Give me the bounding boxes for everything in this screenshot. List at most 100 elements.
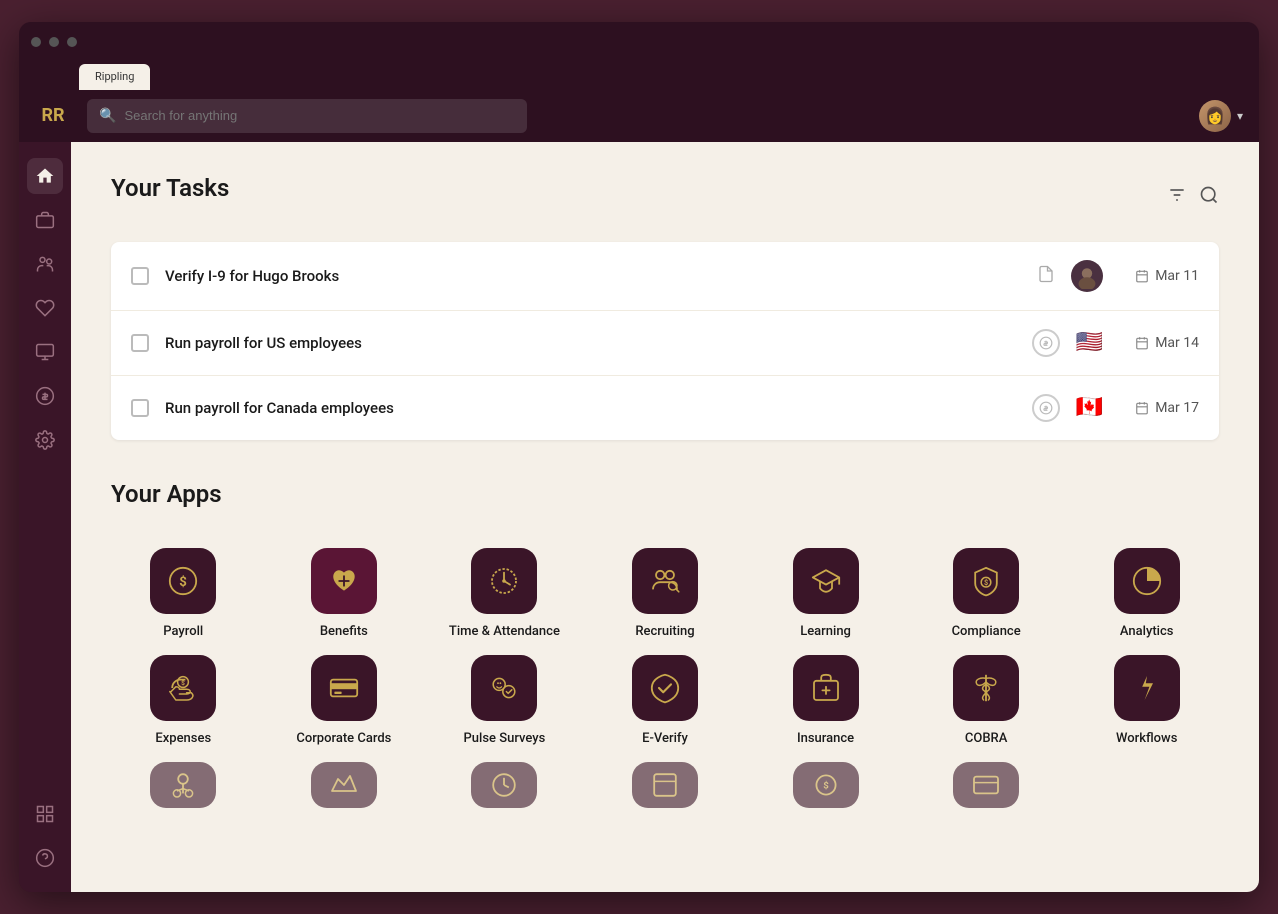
app-payroll[interactable]: $ Payroll bbox=[111, 548, 256, 639]
app-pulse-surveys[interactable]: Pulse Surveys bbox=[432, 655, 577, 746]
sidebar-item-monitor[interactable] bbox=[27, 334, 63, 370]
payroll-icon: $ bbox=[150, 548, 216, 614]
sidebar-item-home[interactable] bbox=[27, 158, 63, 194]
tasks-search-icon[interactable] bbox=[1199, 185, 1219, 210]
task-label: Verify I-9 for Hugo Brooks bbox=[165, 267, 1021, 285]
app-logo: RR bbox=[35, 98, 71, 134]
app-more-1[interactable] bbox=[111, 762, 256, 808]
user-dropdown-chevron[interactable]: ▾ bbox=[1237, 109, 1243, 123]
browser-dot-red bbox=[31, 37, 41, 47]
cobra-icon bbox=[953, 655, 1019, 721]
app-label: Benefits bbox=[320, 624, 368, 639]
app-analytics[interactable]: Analytics bbox=[1074, 548, 1219, 639]
apps-row-3: $ bbox=[111, 762, 1219, 808]
app-label: Learning bbox=[800, 624, 851, 639]
table-row: Run payroll for Canada employees 🇨🇦 bbox=[111, 376, 1219, 440]
app-label: Workflows bbox=[1116, 731, 1177, 746]
app-label: Analytics bbox=[1120, 624, 1174, 639]
app-compliance[interactable]: $ Compliance bbox=[914, 548, 1059, 639]
app-benefits[interactable]: Benefits bbox=[272, 548, 417, 639]
app-label: COBRA bbox=[965, 731, 1007, 746]
content-section: Your Tasks bbox=[19, 142, 1259, 892]
flag-icon: 🇨🇦 bbox=[1076, 395, 1103, 420]
sidebar-item-settings[interactable] bbox=[27, 422, 63, 458]
time-attendance-icon bbox=[471, 548, 537, 614]
sidebar-item-dollar[interactable] bbox=[27, 378, 63, 414]
tasks-list: Verify I-9 for Hugo Brooks bbox=[111, 242, 1219, 440]
svg-text:$: $ bbox=[181, 679, 185, 687]
app-label: Compliance bbox=[952, 624, 1021, 639]
sidebar-item-widgets[interactable] bbox=[27, 796, 63, 832]
browser-dot-yellow bbox=[49, 37, 59, 47]
analytics-icon bbox=[1114, 548, 1180, 614]
svg-text:$: $ bbox=[823, 780, 829, 791]
svg-text:$: $ bbox=[984, 578, 988, 587]
app-e-verify[interactable]: E-Verify bbox=[593, 655, 738, 746]
task-checkbox[interactable] bbox=[131, 399, 149, 417]
user-avatar[interactable]: 👩 bbox=[1199, 100, 1231, 132]
tasks-title: Your Tasks bbox=[111, 174, 229, 202]
avatar bbox=[1071, 260, 1103, 292]
task-due-date: Mar 17 bbox=[1119, 400, 1199, 416]
svg-text:$: $ bbox=[179, 574, 187, 589]
table-row: Verify I-9 for Hugo Brooks bbox=[111, 242, 1219, 311]
app-label: E-Verify bbox=[642, 731, 688, 746]
task-date-text: Mar 11 bbox=[1155, 268, 1199, 284]
app-more-5[interactable]: $ bbox=[753, 762, 898, 808]
apps-row-1: $ Payroll Benefits bbox=[111, 548, 1219, 639]
app-learning[interactable]: Learning bbox=[753, 548, 898, 639]
app-recruiting[interactable]: Recruiting bbox=[593, 548, 738, 639]
pulse-surveys-icon bbox=[471, 655, 537, 721]
recruiting-icon bbox=[632, 548, 698, 614]
flag-icon: 🇺🇸 bbox=[1076, 330, 1103, 355]
calendar-icon bbox=[1135, 269, 1149, 283]
workflows-icon bbox=[1114, 655, 1180, 721]
app-more-2[interactable] bbox=[272, 762, 417, 808]
app-label: Corporate Cards bbox=[296, 731, 391, 746]
top-bar: RR 🔍 👩 ▾ bbox=[19, 90, 1259, 142]
browser-tab[interactable]: Rippling bbox=[79, 64, 150, 90]
sidebar-item-benefits[interactable] bbox=[27, 290, 63, 326]
app-cobra[interactable]: COBRA bbox=[914, 655, 1059, 746]
search-input[interactable] bbox=[124, 108, 515, 123]
task-due-date: Mar 14 bbox=[1119, 335, 1199, 351]
app-label: Insurance bbox=[797, 731, 854, 746]
search-bar[interactable]: 🔍 bbox=[87, 99, 527, 133]
apps-row-2: $ Expenses bbox=[111, 655, 1219, 746]
apps-section-header: Your Apps bbox=[111, 480, 1219, 528]
app-more-3[interactable] bbox=[432, 762, 577, 808]
compliance-icon: $ bbox=[953, 548, 1019, 614]
expenses-icon: $ bbox=[150, 655, 216, 721]
payroll-icon bbox=[1032, 394, 1060, 422]
sidebar-item-people[interactable] bbox=[27, 246, 63, 282]
app-corporate-cards[interactable]: Corporate Cards bbox=[272, 655, 417, 746]
filter-icon[interactable] bbox=[1167, 185, 1187, 210]
task-checkbox[interactable] bbox=[131, 334, 149, 352]
app-more-6[interactable] bbox=[914, 762, 1059, 808]
insurance-icon bbox=[793, 655, 859, 721]
app-expenses[interactable]: $ Expenses bbox=[111, 655, 256, 746]
app-label: Time & Attendance bbox=[449, 624, 560, 639]
app-insurance[interactable]: Insurance bbox=[753, 655, 898, 746]
sidebar-item-briefcase[interactable] bbox=[27, 202, 63, 238]
more-app-icon-5: $ bbox=[793, 762, 859, 808]
task-date-text: Mar 17 bbox=[1155, 400, 1199, 416]
app-more-4[interactable] bbox=[593, 762, 738, 808]
sidebar-item-help[interactable] bbox=[27, 840, 63, 876]
task-checkbox[interactable] bbox=[131, 267, 149, 285]
tasks-section-header: Your Tasks bbox=[111, 174, 1219, 222]
main-content: Your Tasks bbox=[71, 142, 1259, 892]
task-label: Run payroll for US employees bbox=[165, 334, 1016, 352]
task-due-date: Mar 11 bbox=[1119, 268, 1199, 284]
table-row: Run payroll for US employees 🇺🇸 bbox=[111, 311, 1219, 376]
calendar-icon bbox=[1135, 401, 1149, 415]
document-icon bbox=[1037, 265, 1055, 287]
browser-tabs: Rippling bbox=[19, 62, 1259, 90]
task-label: Run payroll for Canada employees bbox=[165, 399, 1016, 417]
more-app-icon-2 bbox=[311, 762, 377, 808]
app-label: Expenses bbox=[155, 731, 211, 746]
more-app-icon-4 bbox=[632, 762, 698, 808]
app-time-attendance[interactable]: Time & Attendance bbox=[432, 548, 577, 639]
app-workflows[interactable]: Workflows bbox=[1074, 655, 1219, 746]
calendar-icon bbox=[1135, 336, 1149, 350]
